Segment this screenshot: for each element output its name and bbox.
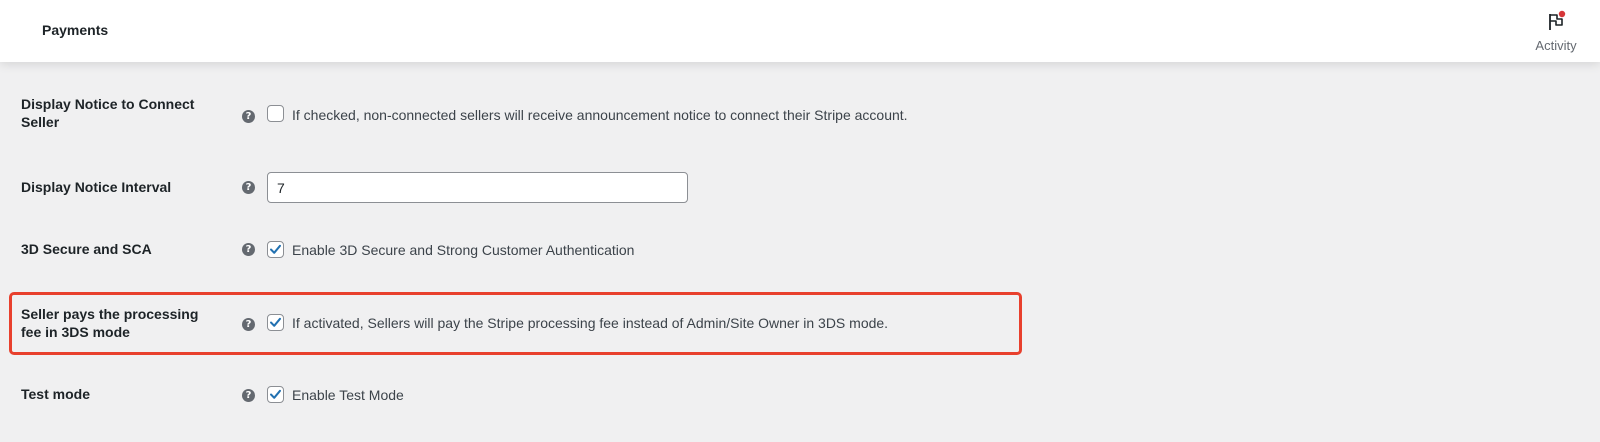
setting-description: Enable 3D Secure and Strong Customer Aut…	[292, 242, 635, 258]
help-icon[interactable]: ?	[242, 243, 255, 256]
3d-secure-checkbox[interactable]	[267, 241, 284, 258]
setting-label: 3D Secure and SCA	[21, 241, 152, 257]
activity-button[interactable]: Activity	[1522, 8, 1590, 56]
display-notice-checkbox[interactable]	[267, 105, 284, 122]
setting-description: If activated, Sellers will pay the Strip…	[292, 315, 889, 331]
setting-label: Test mode	[21, 386, 90, 402]
help-icon[interactable]: ?	[242, 318, 255, 331]
setting-label: Display Notice to Connect Seller	[21, 96, 195, 130]
setting-description: If checked, non-connected sellers will r…	[292, 107, 908, 123]
test-mode-checkbox[interactable]	[267, 386, 284, 403]
setting-label: Seller pays the processing fee in 3DS mo…	[21, 306, 199, 340]
checkmark-icon	[270, 244, 281, 254]
notification-dot	[1558, 10, 1566, 18]
help-icon[interactable]: ?	[242, 110, 255, 123]
activity-label: Activity	[1535, 38, 1577, 53]
checkmark-icon	[270, 317, 281, 327]
setting-description: Enable Test Mode	[292, 387, 404, 403]
setting-label: Display Notice Interval	[21, 179, 172, 195]
help-icon[interactable]: ?	[242, 181, 255, 194]
seller-pays-fee-checkbox[interactable]	[267, 314, 284, 331]
top-header-bar: Payments Activity	[0, 0, 1600, 62]
checkmark-icon	[270, 389, 281, 399]
page-title: Payments	[42, 22, 109, 38]
help-icon[interactable]: ?	[242, 389, 255, 402]
notice-interval-input[interactable]	[267, 172, 688, 203]
flag-icon	[1545, 10, 1567, 34]
